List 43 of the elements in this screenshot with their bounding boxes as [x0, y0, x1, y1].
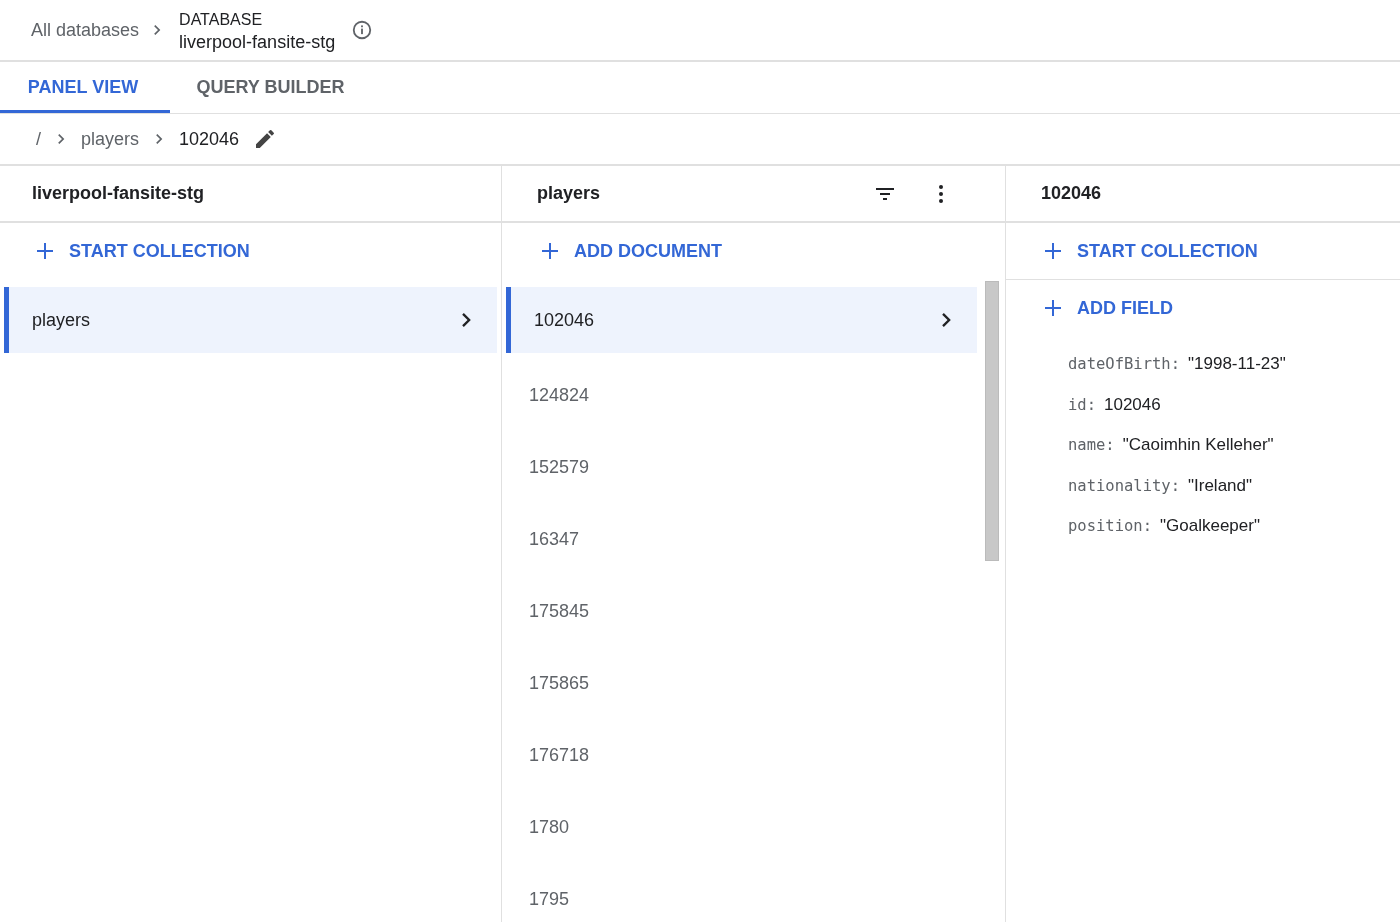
- database-label: DATABASE: [179, 10, 264, 30]
- plus-icon: [1043, 298, 1063, 318]
- scrollbar-thumb[interactable]: [985, 281, 999, 561]
- field-value: 102046: [1104, 394, 1161, 415]
- panel-title: liverpool-fansite-stg: [32, 183, 206, 204]
- field-key: position:: [1068, 517, 1152, 536]
- root-path-link[interactable]: /: [36, 128, 41, 150]
- panel-title: 102046: [1041, 183, 1103, 204]
- action-button[interactable]: START COLLECTION: [0, 223, 501, 279]
- list-item[interactable]: 102046: [506, 287, 977, 353]
- info-icon[interactable]: [351, 19, 374, 41]
- list-item[interactable]: 1795: [506, 863, 977, 922]
- field-value: "1998-11-23": [1188, 354, 1286, 375]
- plus-icon: [540, 241, 560, 261]
- action-button[interactable]: START COLLECTION: [1006, 223, 1400, 280]
- list-item[interactable]: 16347: [506, 503, 977, 575]
- tab[interactable]: QUERY BUILDER: [170, 62, 375, 113]
- action-button[interactable]: ADD DOCUMENT: [502, 223, 1005, 279]
- field-key: name:: [1068, 436, 1115, 455]
- path-segment[interactable]: players: [81, 128, 140, 150]
- list-item[interactable]: players: [4, 287, 497, 353]
- action-button[interactable]: ADD FIELD: [1006, 280, 1400, 336]
- list-item[interactable]: 175845: [506, 575, 977, 647]
- plus-icon: [1043, 241, 1063, 261]
- chevron-right-icon: [942, 313, 951, 327]
- field-value: "Caoimhin Kelleher": [1122, 435, 1274, 456]
- list-item[interactable]: 152579: [506, 431, 977, 503]
- field-key: nationality:: [1068, 476, 1180, 495]
- database-name: liverpool-fansite-stg: [179, 31, 336, 53]
- all-databases-link[interactable]: All databases: [31, 19, 140, 41]
- path-segment[interactable]: 102046: [179, 128, 240, 150]
- tab[interactable]: PANEL VIEW: [0, 62, 170, 113]
- panel-title: players: [537, 183, 602, 204]
- field-value: "Ireland": [1188, 475, 1253, 496]
- list-item[interactable]: 176718: [506, 719, 977, 791]
- list-item[interactable]: 175865: [506, 647, 977, 719]
- field-value: "Goalkeeper": [1160, 516, 1260, 537]
- field-key: dateOfBirth:: [1068, 355, 1180, 374]
- list-item[interactable]: 1780: [506, 791, 977, 863]
- field-key: id:: [1068, 395, 1096, 414]
- list-item[interactable]: 124824: [506, 359, 977, 431]
- plus-icon: [35, 241, 55, 261]
- chevron-right-icon: [462, 313, 471, 327]
